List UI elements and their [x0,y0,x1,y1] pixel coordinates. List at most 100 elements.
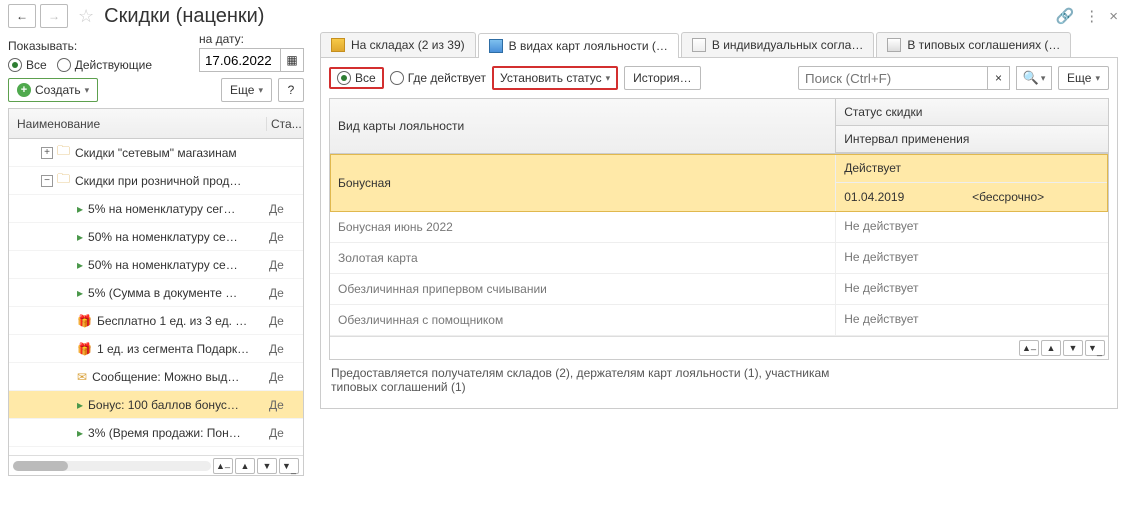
ware-icon [331,38,345,52]
tree-item-label: 3% (Время продажи: Пон… [88,426,269,440]
link-icon[interactable]: 🔗 [1056,7,1075,25]
right-radio-where-label: Где действует [408,71,486,85]
arrow-right-icon: → [48,9,60,23]
plus-icon: + [17,83,31,97]
chevron-down-icon: ▾ [85,85,90,96]
msg-icon: ✉ [77,370,87,384]
tree-row[interactable]: ▸50% на номенклатуру се…Де [9,223,303,251]
tree-row[interactable]: ▸5% на номенклатуру сег…Де [9,195,303,223]
grid-row[interactable]: Золотая картаНе действует [330,243,1108,274]
tab-typ[interactable]: В типовых соглашениях (… [876,32,1071,57]
scroll-last-button[interactable]: ▼_ [279,458,299,474]
right-radio-where[interactable]: Где действует [390,71,486,85]
grid-last-button[interactable]: ▼_ [1085,340,1105,356]
more-label: Еще [1067,71,1091,85]
col-interval-header[interactable]: Интервал применения [836,126,1108,153]
scroll-up-button[interactable]: ▲ [235,458,255,474]
radio-all-label: Все [26,58,47,72]
leaf-icon: ▸ [77,202,83,216]
close-icon[interactable]: × [1109,8,1118,25]
tree-item-label: 5% (Сумма в документе … [88,286,269,300]
tree-row[interactable]: ▸Бонус: 100 баллов бонус…Де [9,391,303,419]
column-name-header[interactable]: Наименование [9,117,267,131]
more-label: Еще [230,83,254,97]
tree-item-status: Де [269,258,299,272]
chevron-down-icon: ▾ [1095,73,1100,84]
help-button[interactable]: ? [278,78,304,102]
tree-item-label: Скидки "сетевым" магазинам [75,146,269,160]
chevron-down-icon: ▾ [606,73,611,84]
radio-all[interactable]: Все [8,58,47,72]
ind-icon [692,38,706,52]
tree-row[interactable]: −🗀Скидки при розничной прод… [9,167,303,195]
grid-down-button[interactable]: ▼ [1063,340,1083,356]
expand-toggle[interactable]: − [41,175,53,187]
kebab-icon[interactable]: ⋮ [1084,7,1099,25]
nav-back-button[interactable]: ← [8,4,36,28]
tree-row[interactable]: ▸ 50% на номенклатуру се…Де [9,251,303,279]
set-status-button[interactable]: Установить статус ▾ [492,66,618,90]
tree-item-label: Бесплатно 1 ед. из 3 ед. … [97,314,269,328]
history-button[interactable]: История… [624,66,701,90]
create-button[interactable]: + Создать ▾ [8,78,98,102]
tree-row[interactable]: 🎁1 ед. из сегмента Подарк…Де [9,335,303,363]
tree-item-label: 50% на номенклатуру се… [88,230,269,244]
date-label: на дату: [199,32,304,46]
column-status-header[interactable]: Ста... [267,117,303,131]
tab-card[interactable]: В видах карт лояльности (… [478,33,679,58]
cell-status: Не действует [844,219,1100,233]
leaf-icon: ▸ [77,286,83,300]
expand-toggle[interactable]: + [41,147,53,159]
clear-search-button[interactable]: × [988,66,1010,90]
scroll-first-button[interactable]: ▲_ [213,458,233,474]
tree-row[interactable]: ▸ 5% (Сумма в документе …Де [9,279,303,307]
cell-card-type: Бонусная июнь 2022 [330,212,836,242]
cell-to: <бессрочно> [972,190,1100,204]
set-status-label: Установить статус [500,71,602,85]
tree-item-status: Де [269,314,299,328]
radio-dot-icon [390,71,404,85]
h-scrollbar-thumb[interactable] [13,461,68,471]
tab-label: В типовых соглашениях (… [907,38,1060,52]
col-status-header[interactable]: Статус скидки [836,99,1108,126]
page-title: Скидки (наценки) [104,5,264,28]
scroll-down-button[interactable]: ▼ [257,458,277,474]
tab-ind[interactable]: В индивидуальных согла… [681,32,874,57]
grid-row[interactable]: Бонусная июнь 2022 Не действует [330,212,1108,243]
tree-row[interactable]: ▸3% (Время продажи: Пон…Де [9,419,303,447]
tree-item-label: 5% на номенклатуру сег… [88,202,269,216]
col-card-type-header[interactable]: Вид карты лояльности [330,99,836,153]
leaf-icon: ▸ [77,230,83,244]
create-label: Создать [35,83,81,97]
leaf-icon: ▸ [77,258,83,272]
tree-item-status: Де [269,398,299,412]
tree-item-status: Де [269,286,299,300]
search-button[interactable]: 🔍 ▾ [1016,66,1052,90]
tree-row[interactable]: 🎁Бесплатно 1 ед. из 3 ед. …Де [9,307,303,335]
cell-status: Действует [844,161,1100,175]
tree-item-label: 50% на номенклатуру се… [88,258,269,272]
favorite-star-icon[interactable]: ☆ [78,6,94,27]
more-button-right[interactable]: Еще ▾ [1058,66,1109,90]
h-scrollbar[interactable] [13,461,211,471]
tree-row[interactable]: +🗀Скидки "сетевым" магазинам [9,139,303,167]
grid-row[interactable]: БонуснаяДействует01.04.2019<бессрочно> [330,154,1108,212]
tab-ware[interactable]: На складах (2 из 39) [320,32,476,57]
radio-dot-icon [57,58,71,72]
grid-up-button[interactable]: ▲ [1041,340,1061,356]
more-button-left[interactable]: Еще ▾ [221,78,272,102]
grid-first-button[interactable]: ▲_ [1019,340,1039,356]
search-input[interactable] [798,66,988,90]
tree-item-status: Де [269,426,299,440]
right-radio-all[interactable]: Все [329,67,384,89]
radio-active[interactable]: Действующие [57,58,152,72]
date-input[interactable] [199,48,281,72]
radio-dot-icon [337,71,351,85]
date-picker-button[interactable]: ▦ [280,48,304,72]
tree-row[interactable]: ✉Сообщение: Можно выд…Де [9,363,303,391]
grid-row[interactable]: Обезличинная припервом счиыванииНе дейст… [330,274,1108,305]
tree-item-label: Скидки при розничной прод… [75,174,269,188]
grid-row[interactable]: Обезличинная с помощникомНе действует [330,305,1108,336]
cell-status: Не действует [844,281,1100,295]
nav-forward-button[interactable]: → [40,4,68,28]
